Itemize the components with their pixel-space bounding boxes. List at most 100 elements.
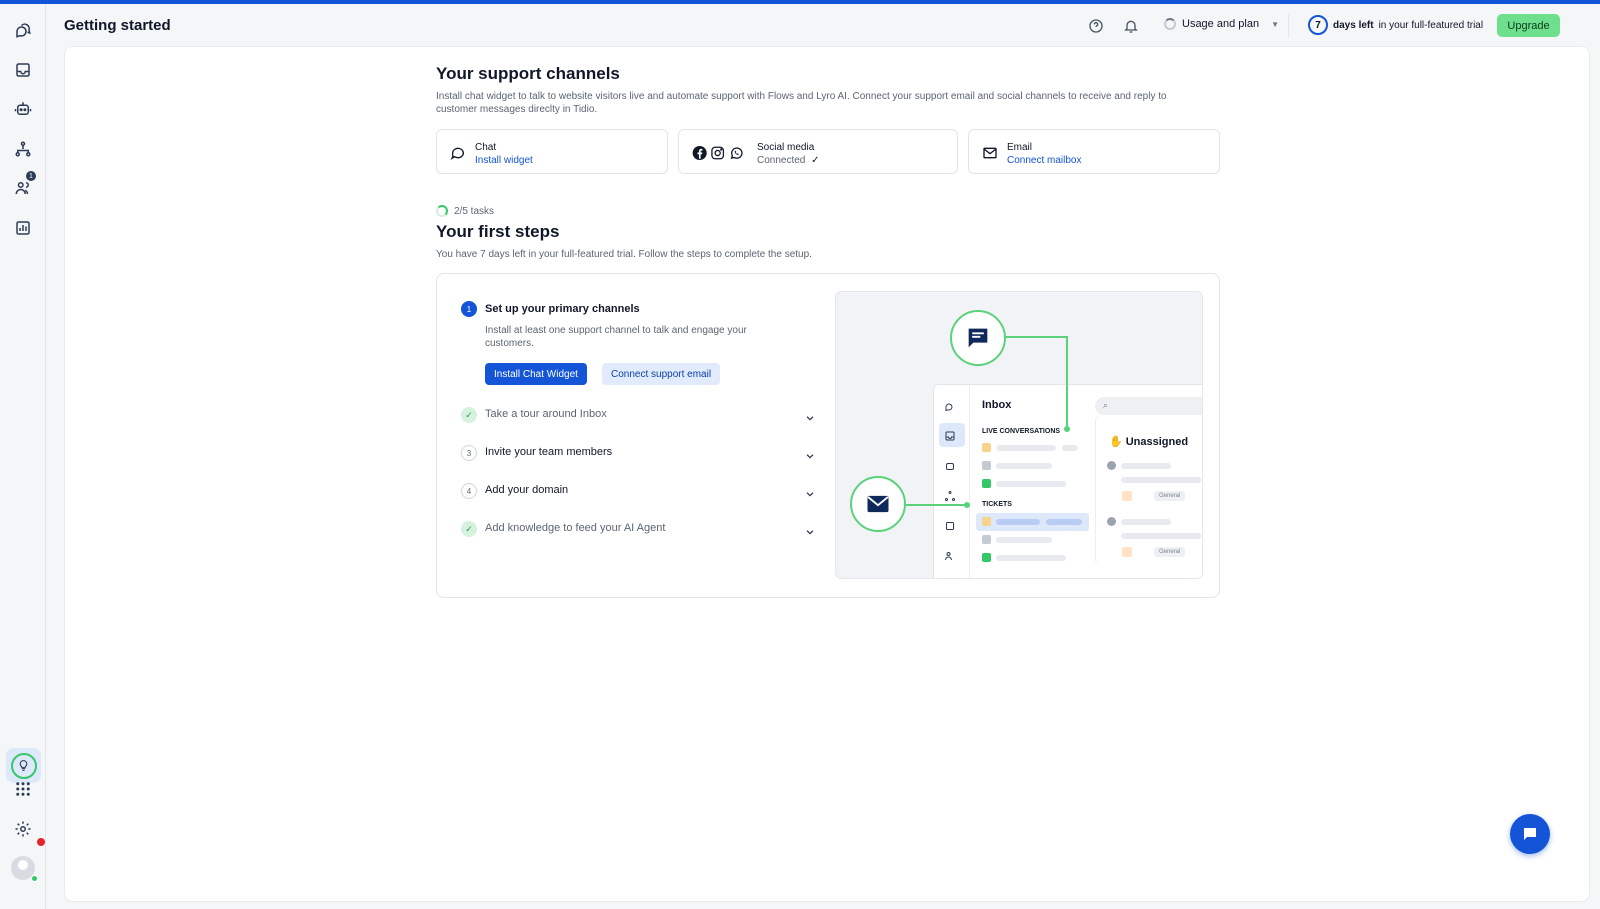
avatar <box>1107 517 1116 526</box>
bot-icon[interactable] <box>11 97 35 121</box>
first-steps-header: Your first steps You have 7 days left in… <box>436 222 1220 261</box>
step-title: Invite your team members <box>485 446 613 458</box>
step-done-check-icon: ✓ <box>461 407 477 423</box>
whatsapp-icon <box>730 147 743 160</box>
placeholder-bar <box>1062 445 1078 451</box>
support-channels-section: Your support channels Install chat widge… <box>436 64 1220 116</box>
check-icon: ✓ <box>811 155 820 166</box>
tasks-progress-label: 2/5 tasks <box>454 205 495 217</box>
connector-line <box>906 504 968 506</box>
bell-icon[interactable] <box>1123 18 1139 34</box>
chat-bubbles-icon[interactable] <box>11 18 35 42</box>
bot-icon <box>944 459 958 473</box>
contacts-icon[interactable]: 1 <box>11 171 36 200</box>
placeholder-bar <box>1121 463 1171 469</box>
trial-days-count: 7 <box>1308 15 1328 35</box>
analytics-icon[interactable] <box>11 216 35 240</box>
illustration-search: ⌕ <box>1095 397 1202 415</box>
usage-label: Usage and plan <box>1182 18 1260 30</box>
step-number-4: 4 <box>461 483 477 499</box>
chevron-down-icon[interactable] <box>805 410 815 421</box>
email-channel-card[interactable]: Email Connect mailbox <box>968 129 1220 174</box>
contacts-badge: 1 <box>26 171 36 181</box>
grid-icon[interactable] <box>11 777 35 801</box>
usage-and-plan-dropdown[interactable]: Usage and plan ▼ <box>1164 18 1279 30</box>
hand-icon <box>982 517 991 526</box>
chevron-down-icon[interactable] <box>805 448 815 459</box>
flows-icon <box>944 489 958 503</box>
search-icon: ⌕ <box>1103 400 1109 410</box>
connect-mailbox-link[interactable]: Connect mailbox <box>1007 155 1081 166</box>
chat-icon <box>982 461 991 470</box>
social-card-label: Social media <box>757 142 815 153</box>
social-card-status: Connected ✓ <box>757 155 820 166</box>
chat-channel-card[interactable]: Chat Install widget <box>436 129 668 174</box>
placeholder-bar <box>1046 519 1082 525</box>
unassigned-heading: ✋ Unassigned <box>1109 436 1189 448</box>
support-channels-title: Your support channels <box>436 64 620 83</box>
sidebar: 1 <box>0 4 46 909</box>
chevron-down-icon[interactable] <box>805 486 815 497</box>
email-card-label: Email <box>1007 142 1033 153</box>
contacts-icon <box>944 549 958 563</box>
instagram-icon <box>711 146 725 160</box>
online-status-dot <box>31 875 38 882</box>
envelope-icon <box>982 145 998 161</box>
inbox-icon[interactable] <box>11 58 35 82</box>
step-title: Set up your primary channels <box>485 303 640 315</box>
placeholder-bar <box>996 537 1052 543</box>
live-conversations-label: LIVE CONVERSATIONS <box>982 428 1061 435</box>
illustration-inbox-panel: Inbox ⌕ LIVE CONVERSATIONS TICKETS ✋ Unas… <box>933 384 1202 578</box>
general-tag: General <box>1154 491 1186 501</box>
inbox-icon <box>944 429 958 443</box>
chevron-down-icon[interactable] <box>805 524 815 535</box>
tickets-icon <box>944 519 958 533</box>
step-done-check-icon: ✓ <box>461 521 477 537</box>
trial-indicator: 7 days left in your full-featured trial <box>1308 15 1483 35</box>
social-status-text: Connected <box>757 155 806 166</box>
hand-icon <box>982 443 991 452</box>
install-chat-widget-button[interactable]: Install Chat Widget <box>485 363 587 385</box>
placeholder-bar <box>996 519 1040 525</box>
step-title: Add knowledge to feed your AI Agent <box>485 522 666 534</box>
install-widget-link[interactable]: Install widget <box>475 155 533 166</box>
connect-support-email-button[interactable]: Connect support email <box>602 363 721 385</box>
gear-icon[interactable] <box>11 817 35 841</box>
header-divider <box>1288 14 1289 38</box>
illustration-inbox-title: Inbox <box>982 399 1012 411</box>
priority-square <box>1122 547 1132 557</box>
usage-progress-icon <box>1164 18 1176 30</box>
upgrade-button[interactable]: Upgrade <box>1497 14 1560 37</box>
avatar <box>1107 461 1116 470</box>
notification-dot <box>37 838 45 846</box>
chat-launcher-button[interactable] <box>1510 814 1550 854</box>
placeholder-bar <box>996 445 1056 451</box>
chat-bubble-icon <box>450 145 466 161</box>
step-number-1: 1 <box>461 301 477 317</box>
steps-card: 1 Set up your primary channels Install a… <box>436 273 1220 598</box>
chat-icon <box>1524 828 1536 840</box>
help-icon[interactable] <box>1088 18 1104 34</box>
step-number-3: 3 <box>461 445 477 461</box>
priority-square <box>1122 491 1132 501</box>
support-channels-description: Install chat widget to talk to website v… <box>436 91 1167 115</box>
channel-cards: Chat Install widget Social media Connect… <box>436 129 1220 175</box>
step-title: Add your domain <box>485 484 569 496</box>
chevron-down-icon: ▼ <box>1271 19 1279 29</box>
connector-dot <box>1064 426 1070 432</box>
flows-icon[interactable] <box>11 137 35 161</box>
hand-icon: ✋ <box>1109 436 1123 448</box>
step-description: Install at least one support channel to … <box>485 325 747 349</box>
envelope-icon <box>850 476 906 532</box>
social-media-channel-card[interactable]: Social media Connected ✓ <box>678 129 958 174</box>
connector-line <box>1006 336 1068 338</box>
placeholder-bar <box>996 463 1052 469</box>
placeholder-bar <box>1121 533 1201 539</box>
lightbulb-icon <box>10 752 37 779</box>
page-title: Getting started <box>64 17 171 34</box>
general-tag: General <box>1154 547 1186 557</box>
tasks-progress: 2/5 tasks <box>436 205 494 217</box>
first-steps-description: You have 7 days left in your full-featur… <box>436 249 812 260</box>
placeholder-bar <box>1121 519 1171 525</box>
chat-card-label: Chat <box>475 142 497 153</box>
